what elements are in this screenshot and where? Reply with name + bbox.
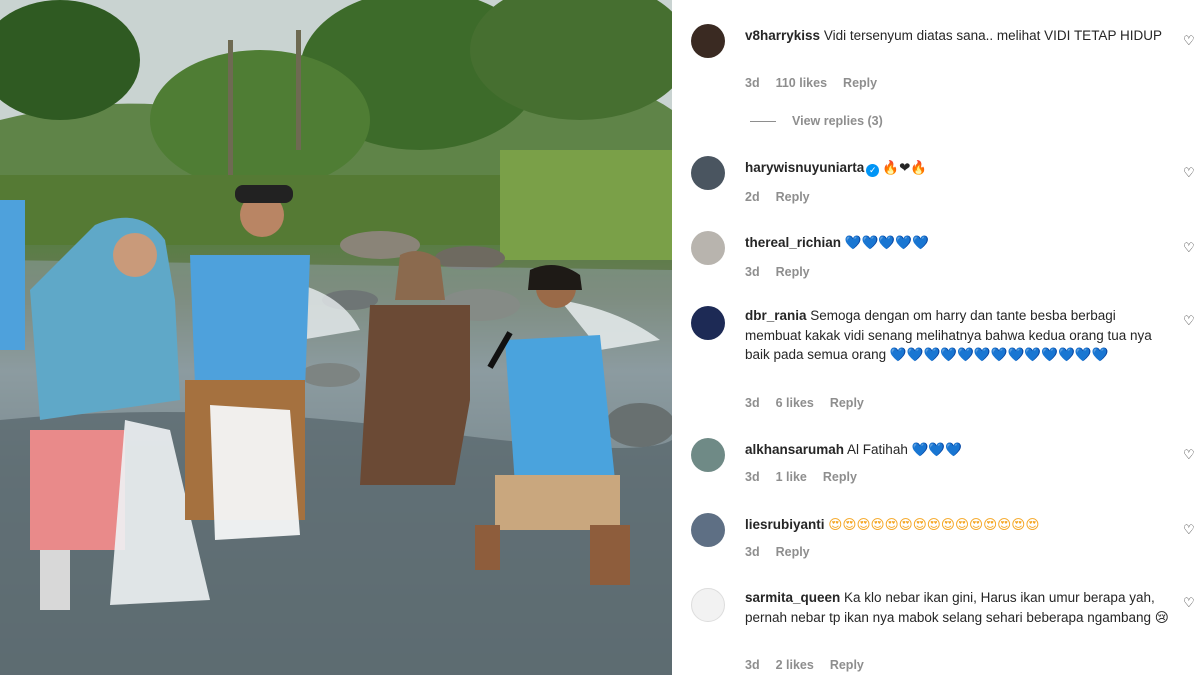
comment-username[interactable]: thereal_richian bbox=[745, 235, 841, 250]
comment-body: thereal_richian 💙💙💙💙💙 bbox=[745, 233, 1175, 253]
comment-username[interactable]: dbr_rania bbox=[745, 308, 807, 323]
comment-text: Semoga dengan om harry dan tante besba b… bbox=[745, 308, 1152, 362]
view-replies-label: View replies (3) bbox=[792, 114, 883, 128]
heart-icon[interactable]: ♡ bbox=[1183, 596, 1197, 610]
comment-meta: 3d 6 likes Reply bbox=[745, 396, 864, 410]
comment-time[interactable]: 2d bbox=[745, 190, 760, 204]
comment-text: 💙💙💙💙💙 bbox=[844, 235, 929, 250]
reply-button[interactable]: Reply bbox=[776, 265, 810, 279]
comment-likes[interactable]: 1 like bbox=[776, 470, 807, 484]
comment-username[interactable]: alkhansarumah bbox=[745, 442, 844, 457]
heart-icon[interactable]: ♡ bbox=[1183, 314, 1197, 328]
divider bbox=[750, 120, 776, 122]
comment-time[interactable]: 3d bbox=[745, 658, 760, 672]
comment-meta: 3d Reply bbox=[745, 545, 810, 559]
comment-body: v8harrykiss Vidi tersenyum diatas sana..… bbox=[745, 26, 1175, 46]
comment-body: alkhansarumah Al Fatihah 💙💙💙 bbox=[745, 440, 1175, 460]
comment-meta: 3d 2 likes Reply bbox=[745, 658, 864, 672]
comment-username[interactable]: liesrubiyanti bbox=[745, 517, 825, 532]
comment-body: dbr_rania Semoga dengan om harry dan tan… bbox=[745, 306, 1175, 365]
comment-body: liesrubiyanti 😍😍😍😍😍😍😍😍😍😍😍😍😍😍😍 bbox=[745, 515, 1175, 535]
comment-meta: 2d Reply bbox=[745, 190, 810, 204]
comment-text: Vidi tersenyum diatas sana.. melihat VID… bbox=[820, 28, 1162, 43]
comment-username[interactable]: v8harrykiss bbox=[745, 28, 820, 43]
comment-likes[interactable]: 110 likes bbox=[776, 76, 827, 90]
comment-time[interactable]: 3d bbox=[745, 545, 760, 559]
comment-text: Al Fatihah 💙💙💙 bbox=[844, 442, 963, 457]
comment-body: sarmita_queen Ka klo nebar ikan gini, Ha… bbox=[745, 588, 1175, 627]
comment-time[interactable]: 3d bbox=[745, 396, 760, 410]
heart-icon[interactable]: ♡ bbox=[1183, 166, 1197, 180]
comments-panel: v8harrykiss Vidi tersenyum diatas sana..… bbox=[672, 0, 1200, 675]
heart-icon[interactable]: ♡ bbox=[1183, 34, 1197, 48]
comment-meta: 3d 110 likes Reply bbox=[745, 76, 877, 90]
comment-body: harywisnuyuniarta ✓ 🔥❤🔥 bbox=[745, 158, 1175, 178]
reply-button[interactable]: Reply bbox=[830, 658, 864, 672]
reply-button[interactable]: Reply bbox=[843, 76, 877, 90]
reply-button[interactable]: Reply bbox=[776, 190, 810, 204]
river-scene-illustration bbox=[0, 0, 672, 675]
verified-badge-icon: ✓ bbox=[866, 164, 880, 177]
comment-time[interactable]: 3d bbox=[745, 265, 760, 279]
heart-icon[interactable]: ♡ bbox=[1183, 448, 1197, 462]
comment-meta: 3d 1 like Reply bbox=[745, 470, 857, 484]
comment-text: 😍😍😍😍😍😍😍😍😍😍😍😍😍😍😍 bbox=[828, 517, 1040, 532]
avatar[interactable] bbox=[691, 156, 725, 190]
heart-icon[interactable]: ♡ bbox=[1183, 523, 1197, 537]
avatar[interactable] bbox=[691, 438, 725, 472]
avatar[interactable] bbox=[691, 306, 725, 340]
comment-username[interactable]: sarmita_queen bbox=[745, 590, 840, 605]
view-replies-button[interactable]: View replies (3) bbox=[750, 114, 883, 128]
heart-icon[interactable]: ♡ bbox=[1183, 241, 1197, 255]
comment-likes[interactable]: 6 likes bbox=[776, 396, 814, 410]
comment-username[interactable]: harywisnuyuniarta bbox=[745, 160, 864, 175]
comment-text: 🔥❤🔥 bbox=[882, 160, 928, 175]
avatar[interactable] bbox=[691, 24, 725, 58]
reply-button[interactable]: Reply bbox=[830, 396, 864, 410]
avatar[interactable] bbox=[691, 231, 725, 265]
avatar[interactable] bbox=[691, 588, 725, 622]
comment-likes[interactable]: 2 likes bbox=[776, 658, 814, 672]
comment-meta: 3d Reply bbox=[745, 265, 810, 279]
comment-time[interactable]: 3d bbox=[745, 76, 760, 90]
reply-button[interactable]: Reply bbox=[823, 470, 857, 484]
avatar[interactable] bbox=[691, 513, 725, 547]
comment-time[interactable]: 3d bbox=[745, 470, 760, 484]
post-photo bbox=[0, 0, 672, 675]
reply-button[interactable]: Reply bbox=[776, 545, 810, 559]
